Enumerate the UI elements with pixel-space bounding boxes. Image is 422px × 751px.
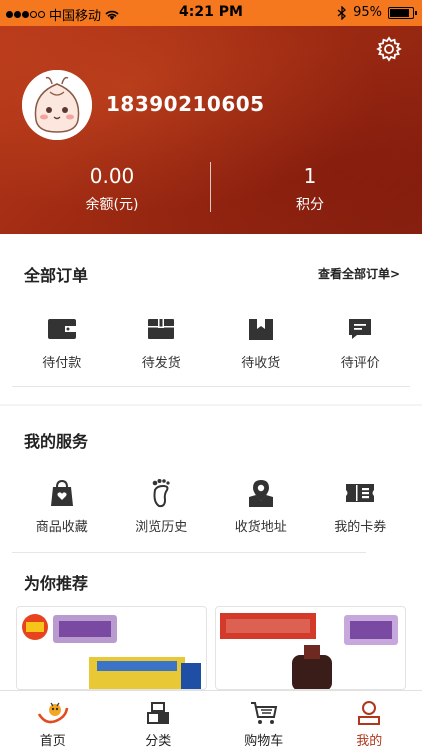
service-coupons-label: 我的卡券	[311, 516, 411, 535]
battery-percent: 95%	[353, 5, 382, 20]
service-address[interactable]: 收货地址	[211, 478, 311, 535]
order-pending-review[interactable]: 待评价	[311, 314, 411, 371]
balance-label: 余额(元)	[12, 194, 212, 214]
status-bar: 中国移动 4:21 PM 95%	[0, 0, 422, 26]
gear-icon[interactable]	[376, 36, 402, 62]
tab-category-label: 分类	[106, 730, 212, 749]
service-favorites[interactable]: 商品收藏	[12, 478, 112, 535]
orders-title: 全部订单	[24, 262, 88, 286]
services-title: 我的服务	[24, 428, 88, 452]
order-status-grid: 待付款 待发货 待收货 待评价	[12, 314, 410, 371]
balance-value: 0.00	[12, 164, 212, 188]
comment-icon	[347, 317, 373, 341]
status-right: 95%	[337, 5, 414, 20]
home-logo-icon	[36, 700, 70, 726]
order-pending-receipt[interactable]: 待收货	[211, 314, 311, 371]
order-pending-shipment-label: 待发货	[112, 352, 212, 371]
tab-mine-label: 我的	[317, 730, 422, 749]
order-pending-review-label: 待评价	[311, 352, 411, 371]
tab-home-label: 首页	[0, 730, 106, 749]
battery-fill	[390, 9, 409, 17]
recommend-title: 为你推荐	[24, 570, 88, 594]
product-image	[216, 607, 406, 690]
tab-home[interactable]: 首页	[0, 691, 106, 751]
product-card[interactable]	[16, 606, 207, 690]
points-value: 1	[210, 164, 410, 188]
view-all-orders-link[interactable]: 查看全部订单>	[318, 265, 400, 282]
profile-header: 18390210605 0.00 余额(元) 1 积分	[0, 26, 422, 234]
service-address-label: 收货地址	[211, 516, 311, 535]
package-icon	[248, 317, 274, 341]
order-pending-payment-label: 待付款	[12, 352, 112, 371]
services-grid: 商品收藏 浏览历史 收货地址 我的卡券	[12, 478, 410, 535]
ticket-icon	[344, 482, 376, 504]
service-history[interactable]: 浏览历史	[112, 478, 212, 535]
product-card[interactable]	[215, 606, 406, 690]
service-history-label: 浏览历史	[112, 516, 212, 535]
wallet-icon	[47, 318, 77, 340]
tab-cart-label: 购物车	[211, 730, 317, 749]
user-icon	[357, 700, 381, 726]
services-divider	[12, 552, 366, 553]
services-section: 我的服务 商品收藏 浏览历史 收货地址 我的卡券	[0, 406, 422, 556]
user-phone[interactable]: 18390210605	[106, 92, 265, 116]
heart-bag-icon	[50, 479, 74, 507]
service-coupons[interactable]: 我的卡券	[311, 478, 411, 535]
points-label: 积分	[210, 194, 410, 214]
points-stat[interactable]: 1 积分	[210, 164, 410, 214]
product-image	[17, 607, 207, 690]
orders-section: 全部订单 查看全部订单> 待付款 待发货 待收货 待评价	[0, 234, 422, 404]
tab-mine[interactable]: 我的	[317, 691, 422, 751]
battery-icon	[388, 7, 414, 19]
avatar[interactable]	[22, 70, 92, 140]
recommend-cards	[16, 606, 406, 690]
tab-cart[interactable]: 购物车	[211, 691, 317, 751]
bottom-tab-bar: 首页 分类 购物车 我的	[0, 690, 422, 751]
tab-category[interactable]: 分类	[106, 691, 212, 751]
cart-icon	[250, 701, 278, 725]
order-pending-shipment[interactable]: 待发货	[112, 314, 212, 371]
bluetooth-icon	[337, 6, 347, 20]
box-icon	[147, 318, 175, 340]
footprint-icon	[149, 478, 173, 508]
avatar-rice-ball-icon	[22, 70, 92, 140]
location-map-icon	[248, 478, 274, 508]
order-pending-payment[interactable]: 待付款	[12, 314, 112, 371]
service-favorites-label: 商品收藏	[12, 516, 112, 535]
balance-stat[interactable]: 0.00 余额(元)	[12, 164, 212, 214]
order-pending-receipt-label: 待收货	[211, 352, 311, 371]
orders-divider	[12, 386, 410, 387]
category-icon	[146, 701, 170, 725]
